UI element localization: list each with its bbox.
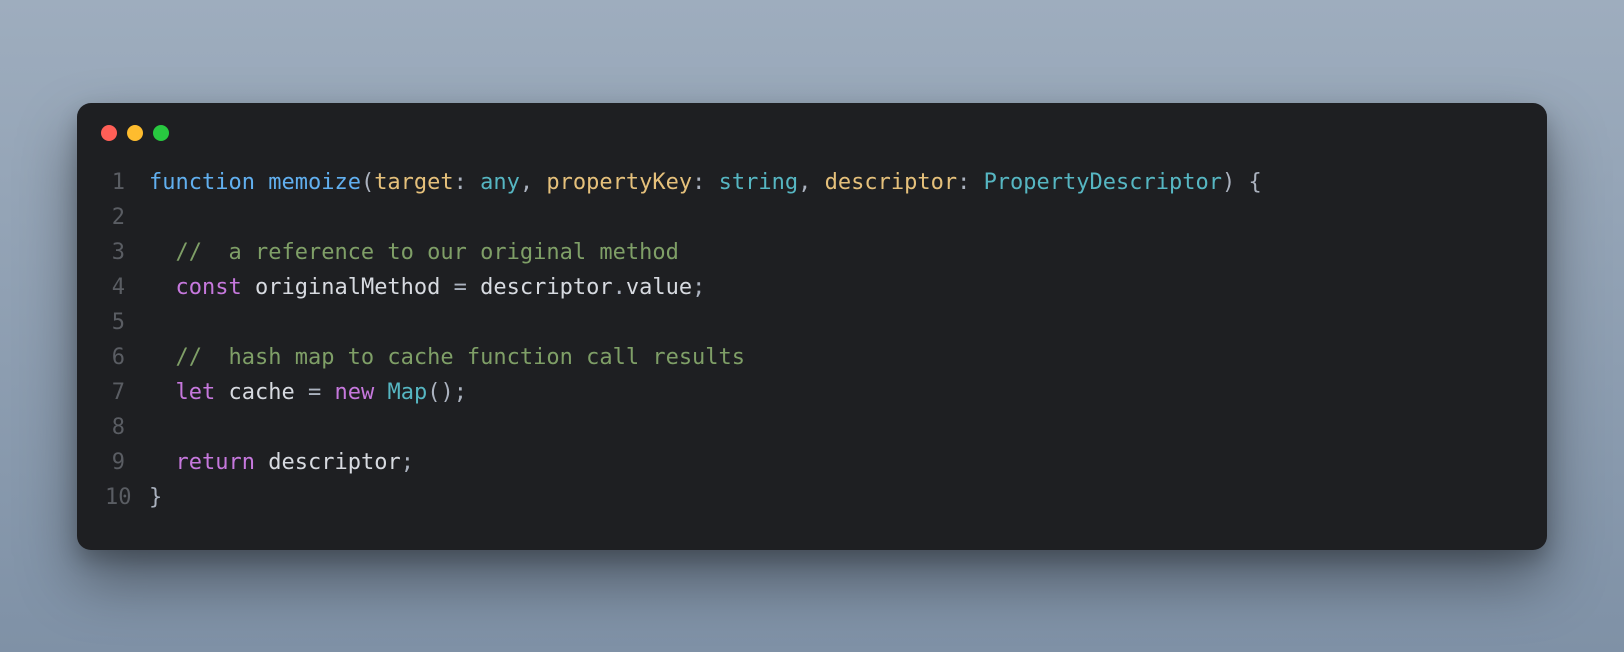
line-number: 7 xyxy=(105,375,149,410)
code-token: : xyxy=(692,170,719,195)
code-token xyxy=(149,275,176,300)
code-content: // a reference to our original method xyxy=(149,235,1519,270)
code-token: , xyxy=(520,170,547,195)
code-token: = xyxy=(308,380,321,405)
code-token xyxy=(215,380,228,405)
code-token: new xyxy=(334,380,374,405)
code-token: PropertyDescriptor xyxy=(984,170,1222,195)
code-token xyxy=(295,380,308,405)
code-token xyxy=(149,240,176,265)
code-token: (); xyxy=(427,380,467,405)
code-token: // hash map to cache function call resul… xyxy=(176,345,746,370)
code-token xyxy=(440,275,453,300)
code-token: descriptor xyxy=(825,170,957,195)
code-token xyxy=(149,380,176,405)
code-token xyxy=(149,345,176,370)
code-token: string xyxy=(719,170,798,195)
line-number: 5 xyxy=(105,305,149,340)
code-content: } xyxy=(149,480,1519,515)
code-token: } xyxy=(149,485,162,510)
code-token: ; xyxy=(692,275,705,300)
code-line: 8 xyxy=(105,410,1519,445)
code-content: let cache = new Map(); xyxy=(149,375,1519,410)
code-token: , xyxy=(798,170,825,195)
code-token: = xyxy=(454,275,467,300)
line-number: 9 xyxy=(105,445,149,480)
line-number: 4 xyxy=(105,270,149,305)
code-token xyxy=(149,450,176,475)
code-token: any xyxy=(480,170,520,195)
line-number: 6 xyxy=(105,340,149,375)
code-token xyxy=(467,275,480,300)
code-token: . xyxy=(613,275,626,300)
code-token: descriptor xyxy=(480,275,612,300)
code-token: const xyxy=(176,275,242,300)
code-token: cache xyxy=(229,380,295,405)
code-content xyxy=(149,410,1519,445)
code-content xyxy=(149,305,1519,340)
code-token: let xyxy=(176,380,216,405)
code-token: Map xyxy=(387,380,427,405)
code-line: 4 const originalMethod = descriptor.valu… xyxy=(105,270,1519,305)
code-token: // a reference to our original method xyxy=(176,240,679,265)
window-controls xyxy=(77,125,1547,165)
code-editor: 1function memoize(target: any, propertyK… xyxy=(77,165,1547,515)
code-content: return descriptor; xyxy=(149,445,1519,480)
line-number: 3 xyxy=(105,235,149,270)
line-number: 8 xyxy=(105,410,149,445)
line-number: 1 xyxy=(105,165,149,200)
code-token: descriptor xyxy=(268,450,400,475)
code-window: 1function memoize(target: any, propertyK… xyxy=(77,103,1547,550)
line-number: 2 xyxy=(105,200,149,235)
line-number: 10 xyxy=(105,480,149,515)
code-token: value xyxy=(626,275,692,300)
code-token xyxy=(321,380,334,405)
code-token xyxy=(242,275,255,300)
code-token xyxy=(374,380,387,405)
code-line: 2 xyxy=(105,200,1519,235)
close-icon[interactable] xyxy=(101,125,117,141)
code-token: target xyxy=(374,170,453,195)
code-token: originalMethod xyxy=(255,275,440,300)
code-line: 5 xyxy=(105,305,1519,340)
code-content: function memoize(target: any, propertyKe… xyxy=(149,165,1519,200)
code-content: // hash map to cache function call resul… xyxy=(149,340,1519,375)
code-token xyxy=(255,450,268,475)
code-token: return xyxy=(176,450,255,475)
code-token: propertyKey xyxy=(546,170,692,195)
code-line: 7 let cache = new Map(); xyxy=(105,375,1519,410)
code-line: 9 return descriptor; xyxy=(105,445,1519,480)
code-line: 6 // hash map to cache function call res… xyxy=(105,340,1519,375)
code-token: ; xyxy=(401,450,414,475)
code-token: function xyxy=(149,170,255,195)
code-token: ) { xyxy=(1222,170,1262,195)
code-content xyxy=(149,200,1519,235)
maximize-icon[interactable] xyxy=(153,125,169,141)
code-line: 1function memoize(target: any, propertyK… xyxy=(105,165,1519,200)
code-token: ( xyxy=(361,170,374,195)
code-line: 3 // a reference to our original method xyxy=(105,235,1519,270)
code-token xyxy=(255,170,268,195)
minimize-icon[interactable] xyxy=(127,125,143,141)
code-token: : xyxy=(454,170,481,195)
code-token: memoize xyxy=(268,170,361,195)
code-content: const originalMethod = descriptor.value; xyxy=(149,270,1519,305)
code-token: : xyxy=(957,170,984,195)
code-line: 10} xyxy=(105,480,1519,515)
